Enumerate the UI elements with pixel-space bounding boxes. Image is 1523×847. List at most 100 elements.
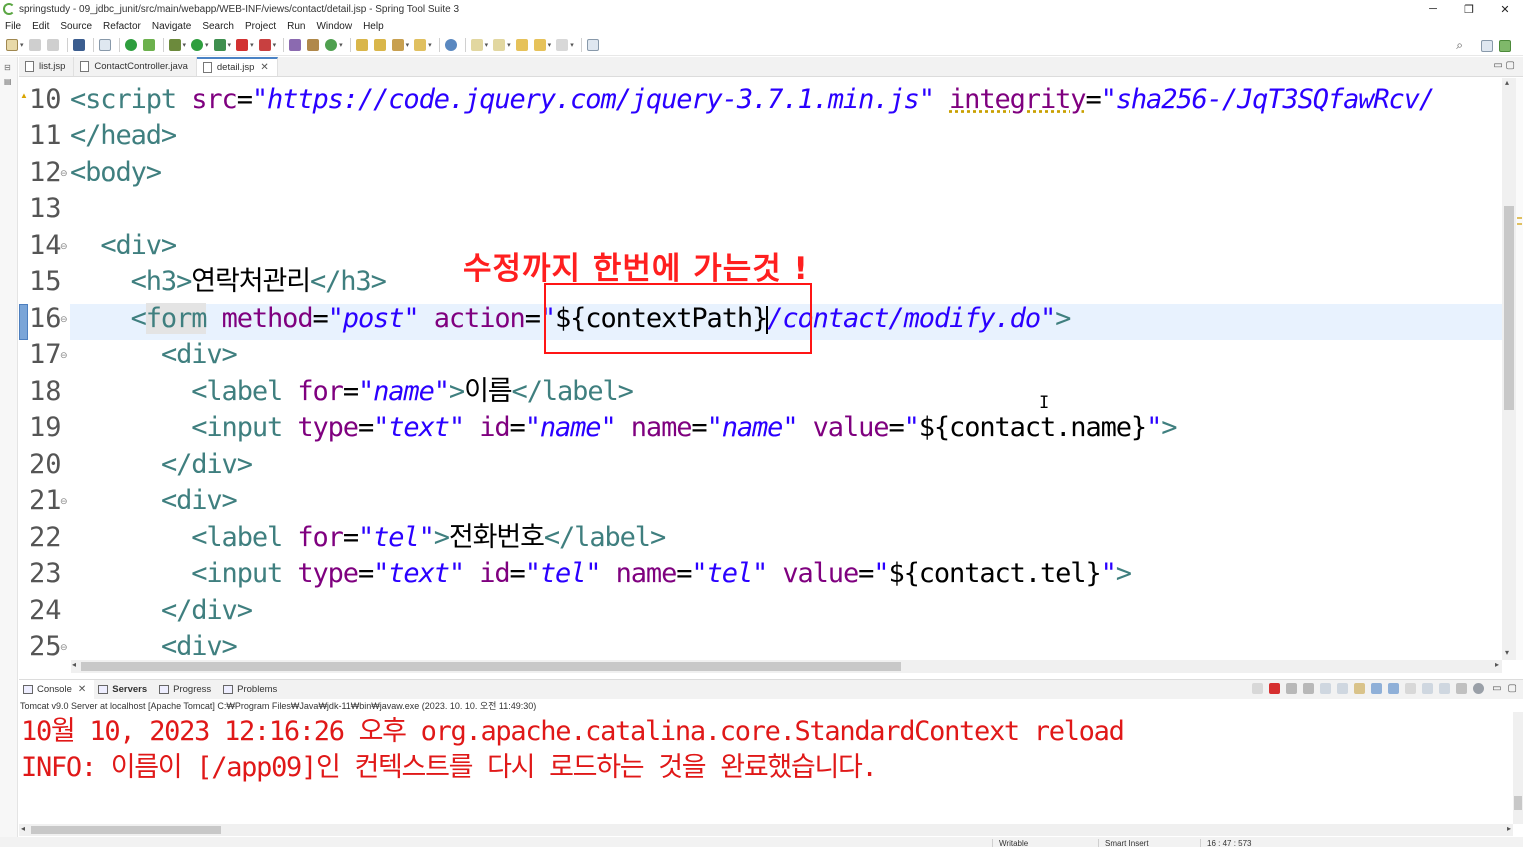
forward-dropdown-icon[interactable]: ▾: [570, 41, 574, 49]
debug-dropdown-icon[interactable]: ▾: [183, 41, 187, 49]
run-icon[interactable]: [191, 39, 204, 51]
menu-help[interactable]: Help: [363, 21, 384, 32]
scroll-left-icon[interactable]: ◂: [21, 824, 25, 833]
skip-breakpoints-icon[interactable]: [98, 39, 111, 51]
clear-console-icon[interactable]: [1320, 683, 1332, 694]
scroll-lock-icon[interactable]: [1337, 683, 1349, 694]
word-wrap-icon[interactable]: [1354, 683, 1366, 694]
minimize-button[interactable]: ─: [1415, 0, 1451, 18]
start-server-icon[interactable]: [124, 39, 137, 51]
scroll-right-icon[interactable]: ▸: [1507, 824, 1511, 833]
menu-run[interactable]: Run: [287, 21, 305, 32]
overview-ruler[interactable]: [1516, 78, 1523, 660]
scrollbar-thumb[interactable]: [31, 826, 221, 834]
run-dropdown-icon[interactable]: ▾: [205, 41, 209, 49]
tab-servers[interactable]: Servers: [94, 680, 155, 700]
scroll-down-icon[interactable]: ▾: [1505, 648, 1509, 657]
fold-marker-icon[interactable]: ⊖: [60, 642, 68, 653]
display-console-icon[interactable]: [1422, 683, 1434, 694]
external-tools-dropdown-icon[interactable]: ▾: [228, 41, 232, 49]
menu-search[interactable]: Search: [202, 21, 234, 32]
new-dropdown-icon[interactable]: ▾: [20, 41, 24, 49]
open-console-icon[interactable]: [1439, 683, 1451, 694]
menu-navigate[interactable]: Navigate: [152, 21, 191, 32]
open-folder-icon[interactable]: [414, 39, 427, 51]
menu-window[interactable]: Window: [316, 21, 352, 32]
tab-contactcontroller-java[interactable]: ContactController.java: [74, 57, 197, 76]
stop-dropdown-icon[interactable]: ▾: [250, 41, 254, 49]
show-stdout-icon[interactable]: [1371, 683, 1383, 694]
minimize-panel-icon[interactable]: ▭: [1492, 683, 1501, 694]
tab-console[interactable]: Console ✕: [19, 679, 95, 700]
menu-source[interactable]: Source: [60, 21, 92, 32]
fold-marker-icon[interactable]: ⊖: [60, 241, 68, 252]
open-task-icon[interactable]: [373, 39, 386, 51]
console-output[interactable]: 10월 10, 2023 12:16:26 오후 org.apache.cata…: [19, 712, 1513, 824]
open-perspective-icon[interactable]: [1481, 39, 1493, 52]
console-vertical-scrollbar[interactable]: [1513, 712, 1523, 824]
reload-icon[interactable]: [1252, 683, 1264, 694]
search-tool-dropdown-icon[interactable]: ▾: [406, 41, 410, 49]
back-icon[interactable]: [533, 39, 546, 51]
fold-marker-icon[interactable]: ⊖: [60, 350, 68, 361]
terminal-icon[interactable]: [72, 39, 85, 51]
menu-refactor[interactable]: Refactor: [103, 21, 141, 32]
console-horizontal-scrollbar[interactable]: ◂ ▸: [19, 824, 1513, 836]
close-tab-icon[interactable]: ✕: [78, 684, 86, 695]
maximize-panel-icon[interactable]: ▢: [1508, 683, 1517, 694]
close-button[interactable]: ✕: [1487, 0, 1523, 18]
new-class-icon[interactable]: [325, 39, 338, 51]
debug-icon[interactable]: [168, 39, 181, 51]
package-explorer-icon[interactable]: ▤: [4, 77, 14, 86]
new-icon[interactable]: [6, 39, 18, 51]
refresh-icon[interactable]: [142, 39, 155, 51]
scrollbar-thumb[interactable]: [81, 662, 901, 671]
forward-icon[interactable]: [556, 39, 569, 51]
remove-all-icon[interactable]: [1303, 683, 1315, 694]
minimize-maximize-icon[interactable]: ▭ ▢: [1493, 60, 1515, 71]
editor-horizontal-scrollbar[interactable]: ◂ ▸: [71, 660, 1502, 673]
next-annotation-icon[interactable]: [470, 39, 483, 51]
globe-icon[interactable]: [444, 39, 457, 51]
back-dropdown-icon[interactable]: ▾: [548, 41, 552, 49]
restore-button[interactable]: ❐: [1451, 0, 1487, 18]
scroll-right-icon[interactable]: ▸: [1495, 660, 1499, 669]
code-editor[interactable]: ▲ 10 11 12 ⊖ 13 14 ⊖ 15 16 ⊖ 17 ⊖ 18 19 …: [19, 78, 1521, 660]
deploy-dropdown-icon[interactable]: ▾: [273, 41, 277, 49]
tab-problems[interactable]: Problems: [219, 680, 285, 700]
overview-marker[interactable]: [1517, 223, 1522, 225]
fold-marker-icon[interactable]: ⊖: [60, 314, 68, 325]
show-stderr-icon[interactable]: [1388, 683, 1400, 694]
save-icon[interactable]: [28, 39, 41, 51]
restore-view-icon[interactable]: ⊟: [4, 63, 14, 72]
pin-console-icon[interactable]: [1405, 683, 1417, 694]
close-tab-icon[interactable]: ✕: [260, 62, 268, 73]
pin-editor-icon[interactable]: [586, 39, 599, 51]
external-tools-icon[interactable]: [213, 39, 226, 51]
stop-icon[interactable]: [236, 39, 249, 51]
scroll-left-icon[interactable]: ◂: [72, 660, 76, 669]
deploy-icon[interactable]: [258, 39, 271, 51]
tab-detail-jsp[interactable]: detail.jsp ✕: [196, 57, 278, 76]
prev-annotation-dropdown-icon[interactable]: ▾: [507, 41, 511, 49]
terminate-icon[interactable]: [1269, 683, 1281, 694]
editor-vertical-scrollbar[interactable]: ▴ ▾: [1502, 78, 1516, 660]
menu-edit[interactable]: Edit: [32, 21, 49, 32]
quick-access-search-icon[interactable]: ⌕: [1456, 38, 1463, 53]
spring-perspective-icon[interactable]: [1499, 39, 1511, 52]
scroll-up-icon[interactable]: ▴: [1505, 78, 1509, 87]
last-edit-icon[interactable]: [515, 39, 528, 51]
overview-marker[interactable]: [1517, 217, 1522, 219]
new-package-icon[interactable]: [307, 39, 320, 51]
save-all-icon[interactable]: [46, 39, 59, 51]
view-menu-icon[interactable]: [1456, 683, 1468, 694]
scrollbar-thumb[interactable]: [1514, 796, 1522, 810]
tab-list-jsp[interactable]: list.jsp: [19, 57, 75, 76]
fold-marker-icon[interactable]: ⊖: [60, 168, 68, 179]
open-folder-dropdown-icon[interactable]: ▾: [428, 41, 432, 49]
remove-launch-icon[interactable]: [1286, 683, 1298, 694]
menu-file[interactable]: File: [5, 21, 21, 32]
fold-marker-icon[interactable]: ⊖: [60, 496, 68, 507]
new-java-project-icon[interactable]: [289, 39, 302, 51]
search-tool-icon[interactable]: [391, 39, 404, 51]
